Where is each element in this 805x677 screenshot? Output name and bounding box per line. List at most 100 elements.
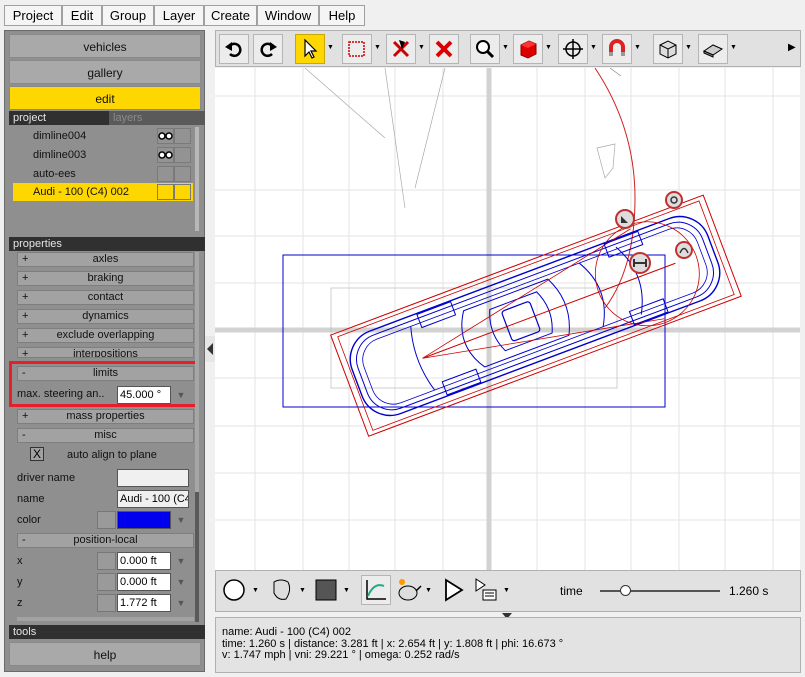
chevron-down-icon[interactable]: ▼ xyxy=(685,44,692,51)
menu-help[interactable]: Help xyxy=(319,5,365,26)
project-list-scrollbar[interactable] xyxy=(195,127,199,231)
toolbar-overflow-icon[interactable]: ▶ xyxy=(788,42,796,53)
play-icon[interactable] xyxy=(438,575,468,605)
graph-icon[interactable] xyxy=(361,575,391,605)
main-toolbar: ▼ ▼ ▼ ▼ ▼ ▼ ▼ ▼ ▼ ▶ xyxy=(215,30,801,67)
red-cube-icon[interactable] xyxy=(513,34,543,64)
plane-view-icon[interactable] xyxy=(698,34,728,64)
chevron-down-icon[interactable]: ▼ xyxy=(252,587,259,594)
property-axles[interactable]: + axles xyxy=(17,252,194,267)
x-reset-button[interactable] xyxy=(97,552,116,570)
help-button[interactable]: help xyxy=(9,642,201,666)
select-pointer-icon[interactable] xyxy=(295,34,325,64)
box-view-icon[interactable] xyxy=(653,34,683,64)
property-misc[interactable]: - misc xyxy=(17,428,194,443)
gallery-button[interactable]: gallery xyxy=(9,60,201,84)
zoom-icon[interactable] xyxy=(470,34,500,64)
x-input[interactable]: 0.000 ft xyxy=(117,552,171,570)
visibility-cell[interactable] xyxy=(174,147,191,163)
z-label: z xyxy=(17,597,23,609)
chevron-down-icon[interactable]: ▼ xyxy=(327,44,334,51)
chevron-down-icon[interactable]: ▼ xyxy=(173,552,189,570)
property-contact[interactable]: + contact xyxy=(17,290,194,305)
property-braking[interactable]: + braking xyxy=(17,271,194,286)
color-swatch[interactable] xyxy=(117,511,171,529)
vehicle-audi[interactable] xyxy=(330,194,742,437)
visibility-cell[interactable] xyxy=(157,184,174,200)
menu-window[interactable]: Window xyxy=(257,5,319,26)
visibility-cell[interactable] xyxy=(157,166,174,182)
chevron-down-icon[interactable]: ▼ xyxy=(374,44,381,51)
chevron-down-icon[interactable]: ▼ xyxy=(590,44,597,51)
play-list-icon[interactable] xyxy=(471,575,501,605)
move-crosshair-icon[interactable] xyxy=(558,34,588,64)
rectangle-select-icon[interactable] xyxy=(342,34,372,64)
property-position-local[interactable]: - position-local xyxy=(17,533,194,548)
expand-sign: + xyxy=(22,253,29,265)
scene-canvas[interactable] xyxy=(215,68,800,570)
circle-shape-icon[interactable] xyxy=(219,575,249,605)
x-label: x xyxy=(17,555,23,567)
chevron-down-icon[interactable]: ▼ xyxy=(418,44,425,51)
chevron-down-icon[interactable]: ▼ xyxy=(545,44,552,51)
chevron-down-icon[interactable]: ▼ xyxy=(343,587,350,594)
z-reset-button[interactable] xyxy=(97,594,116,612)
properties-scrollbar[interactable] xyxy=(195,252,199,622)
vehicles-button[interactable]: vehicles xyxy=(9,34,201,58)
rotate-handle-icon[interactable] xyxy=(665,191,683,209)
panel-collapse-handle[interactable] xyxy=(205,336,215,362)
steer-handle-icon[interactable] xyxy=(615,209,635,229)
z-input[interactable]: 1.772 ft xyxy=(117,594,171,612)
property-mass-properties[interactable]: + mass properties xyxy=(17,409,194,424)
remove-point-icon[interactable] xyxy=(386,34,416,64)
tab-layers[interactable]: layers xyxy=(109,111,205,125)
chevron-down-icon[interactable]: ▼ xyxy=(299,587,306,594)
tab-project[interactable]: project xyxy=(9,111,109,125)
undo-icon[interactable] xyxy=(219,34,249,64)
y-input[interactable]: 0.000 ft xyxy=(117,573,171,591)
chevron-down-icon[interactable]: ▼ xyxy=(503,587,510,594)
property-dynamics[interactable]: + dynamics xyxy=(17,309,194,324)
lock-cell[interactable] xyxy=(174,166,191,182)
chevron-down-icon[interactable]: ▼ xyxy=(502,44,509,51)
menu-project[interactable]: Project xyxy=(4,5,62,26)
left-panel: vehicles gallery edit project layers dim… xyxy=(4,30,205,672)
chevron-down-icon[interactable]: ▼ xyxy=(173,594,189,612)
color-reset-button[interactable] xyxy=(97,511,116,529)
expand-sign: + xyxy=(22,291,29,303)
glasses-icon[interactable] xyxy=(157,128,174,144)
property-label: dynamics xyxy=(82,310,129,322)
chevron-down-icon[interactable]: ▼ xyxy=(634,44,641,51)
scrollbar-thumb[interactable] xyxy=(195,492,199,622)
visibility-cell[interactable] xyxy=(174,128,191,144)
menu-layer[interactable]: Layer xyxy=(154,5,204,26)
teapot-icon[interactable] xyxy=(393,575,423,605)
time-slider-track[interactable] xyxy=(600,585,720,596)
chevron-down-icon[interactable]: ▼ xyxy=(173,573,189,591)
name-input[interactable]: Audi - 100 (C4 xyxy=(117,490,189,508)
redo-icon[interactable] xyxy=(253,34,283,64)
arc-handle-icon[interactable] xyxy=(675,241,693,259)
time-slider-thumb[interactable] xyxy=(620,585,632,596)
menu-edit[interactable]: Edit xyxy=(62,5,102,26)
property-next-row xyxy=(17,617,194,621)
property-interpositions[interactable]: + interpositions xyxy=(17,347,194,358)
driver-name-input[interactable] xyxy=(117,469,189,487)
delete-icon[interactable] xyxy=(429,34,459,64)
blob-shape-icon[interactable] xyxy=(266,575,296,605)
property-label: axles xyxy=(92,253,119,265)
y-reset-button[interactable] xyxy=(97,573,116,591)
chevron-down-icon[interactable]: ▼ xyxy=(173,511,189,529)
chevron-down-icon[interactable]: ▼ xyxy=(425,587,432,594)
menu-create[interactable]: Create xyxy=(204,5,257,26)
square-shape-icon[interactable] xyxy=(311,575,341,605)
auto-align-checkbox[interactable]: X xyxy=(30,447,44,461)
lock-cell[interactable] xyxy=(174,184,191,200)
edit-button[interactable]: edit xyxy=(9,86,201,110)
menu-group[interactable]: Group xyxy=(102,5,154,26)
magnet-icon[interactable] xyxy=(602,34,632,64)
chevron-down-icon[interactable]: ▼ xyxy=(730,44,737,51)
glasses-icon[interactable] xyxy=(157,147,174,163)
scene-viewport[interactable] xyxy=(215,68,800,570)
property-exclude-overlapping[interactable]: + exclude overlapping xyxy=(17,328,194,343)
